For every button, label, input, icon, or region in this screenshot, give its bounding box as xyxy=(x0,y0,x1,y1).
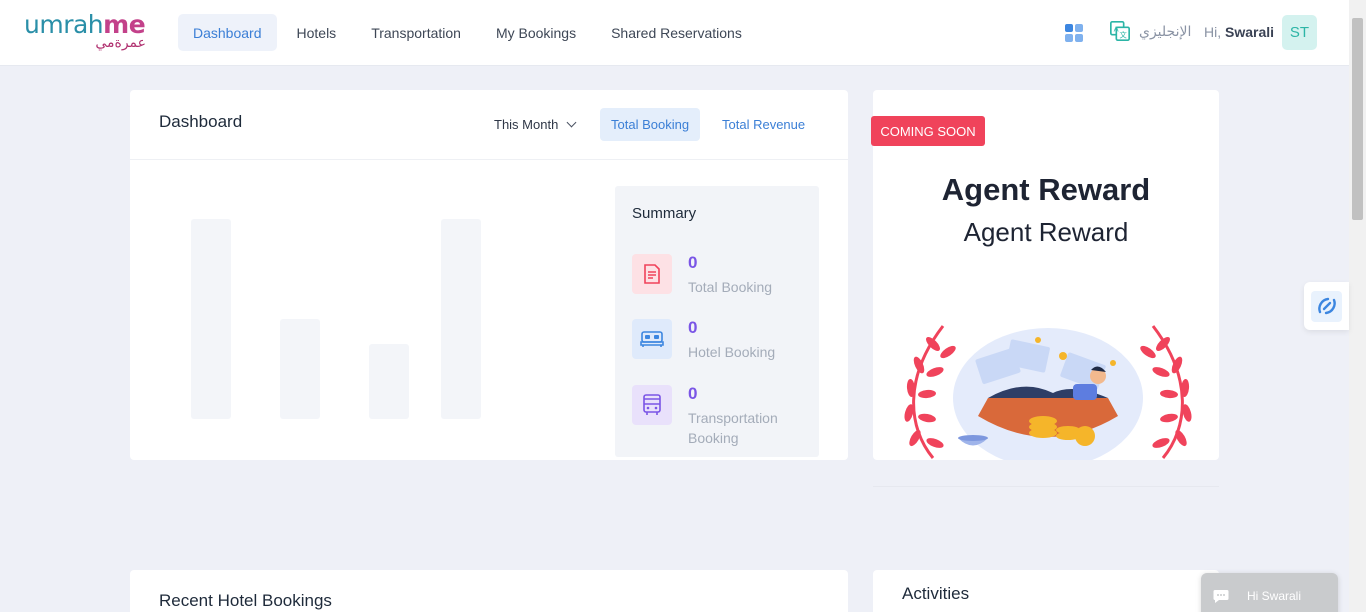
dashboard-title: Dashboard xyxy=(159,112,243,131)
main-nav: Dashboard Hotels Transportation My Booki… xyxy=(178,14,762,51)
nav-my-bookings[interactable]: My Bookings xyxy=(481,14,591,51)
dashboard-card: Dashboard This Month Total Booking Total… xyxy=(130,90,848,460)
placeholder-bar xyxy=(441,219,481,419)
coming-soon-badge: COMING SOON xyxy=(871,116,985,146)
period-label: This Month xyxy=(494,117,559,132)
dashboard-card-header: Dashboard This Month Total Booking Total… xyxy=(130,90,848,160)
chat-widget[interactable]: Hi Swarali xyxy=(1201,573,1338,612)
chat-widget-label: Hi Swarali xyxy=(1247,588,1302,603)
chat-icon xyxy=(1213,589,1229,603)
reward-title: Agent Reward xyxy=(941,172,1151,207)
total-booking-value: 0 xyxy=(688,253,698,272)
apps-grid-icon[interactable] xyxy=(1065,24,1083,42)
tab-total-revenue[interactable]: Total Revenue xyxy=(711,108,816,141)
activities-title: Activities xyxy=(902,584,970,603)
tab-total-booking[interactable]: Total Booking xyxy=(600,108,701,141)
total-booking-label: Total Booking xyxy=(688,279,773,295)
summary-title: Summary xyxy=(632,205,697,222)
page-scrollbar[interactable] xyxy=(1349,0,1366,612)
scrollbar-thumb[interactable] xyxy=(1352,18,1363,220)
placeholder-bar xyxy=(280,319,320,419)
nav-shared-reservations[interactable]: Shared Reservations xyxy=(596,14,757,51)
hotel-booking-label: Hotel Booking xyxy=(688,344,776,360)
chevron-down-icon xyxy=(566,117,577,128)
document-icon xyxy=(632,254,672,294)
summary-panel: Summary 0 Total Booking 0 Hotel Booking … xyxy=(615,186,819,457)
nav-hotels[interactable]: Hotels xyxy=(282,14,352,51)
section-divider xyxy=(873,486,1219,487)
support-icon xyxy=(1317,297,1336,315)
period-dropdown[interactable]: This Month xyxy=(494,117,577,132)
bed-icon xyxy=(632,319,672,359)
placeholder-bar xyxy=(369,344,409,419)
translate-icon: A 文 xyxy=(1110,21,1130,41)
transportation-booking-value: 0 xyxy=(688,384,698,403)
placeholder-bar xyxy=(191,219,231,419)
user-greeting: Hi, Swarali xyxy=(1204,24,1275,40)
language-label: الإنجليزي xyxy=(1139,22,1192,39)
umrahme-logo[interactable]: umrahme عمرةمي xyxy=(24,12,148,52)
reward-illustration xyxy=(904,325,1192,460)
svg-text:A: A xyxy=(1114,24,1119,33)
transportation-booking-label: Transportation Booking xyxy=(688,410,778,446)
bus-icon xyxy=(632,385,672,425)
nav-transportation[interactable]: Transportation xyxy=(356,14,476,51)
user-avatar[interactable]: ST xyxy=(1282,15,1317,50)
hotel-booking-value: 0 xyxy=(688,318,698,337)
nav-dashboard[interactable]: Dashboard xyxy=(178,14,277,51)
svg-text:文: 文 xyxy=(1120,30,1128,39)
recent-hotel-bookings-title: Recent Hotel Bookings xyxy=(159,591,332,610)
recent-hotel-bookings-card: Recent Hotel Bookings xyxy=(130,570,848,612)
top-navigation-bar: umrahme عمرةمي Dashboard Hotels Transpor… xyxy=(0,0,1349,66)
language-switcher[interactable]: A 文 الإنجليزي xyxy=(1109,20,1191,42)
activities-card: Activities xyxy=(873,570,1219,612)
floating-support-button[interactable] xyxy=(1304,282,1349,330)
reward-subtitle: Agent Reward xyxy=(963,217,1129,247)
